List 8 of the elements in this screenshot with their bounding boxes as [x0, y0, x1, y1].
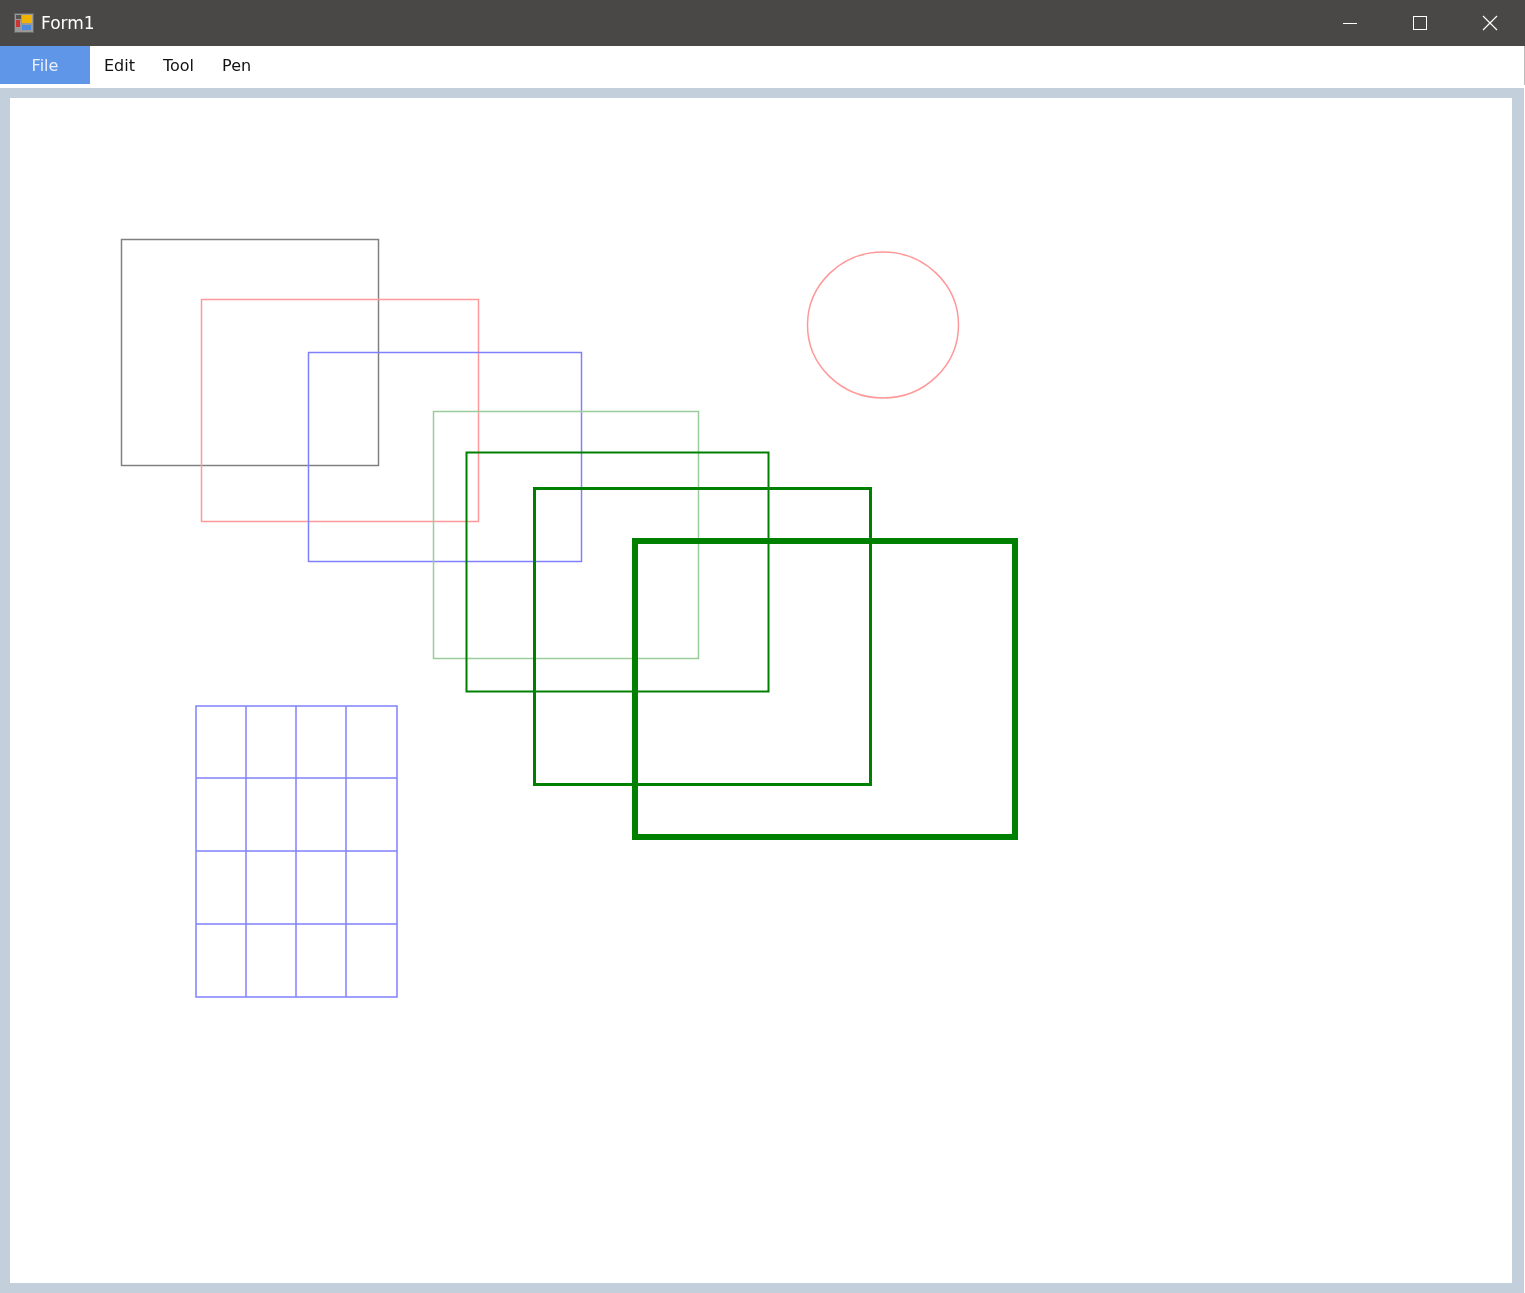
menu-item[interactable]: Tool: [149, 46, 209, 84]
minimize-icon: [1343, 22, 1357, 24]
maximize-icon: [1412, 15, 1428, 31]
app-icon: [14, 13, 34, 33]
window-title: Form1: [41, 13, 95, 33]
close-icon: [1482, 15, 1498, 31]
menu-item[interactable]: Edit: [90, 46, 149, 84]
menu-item[interactable]: Pen: [208, 46, 266, 84]
